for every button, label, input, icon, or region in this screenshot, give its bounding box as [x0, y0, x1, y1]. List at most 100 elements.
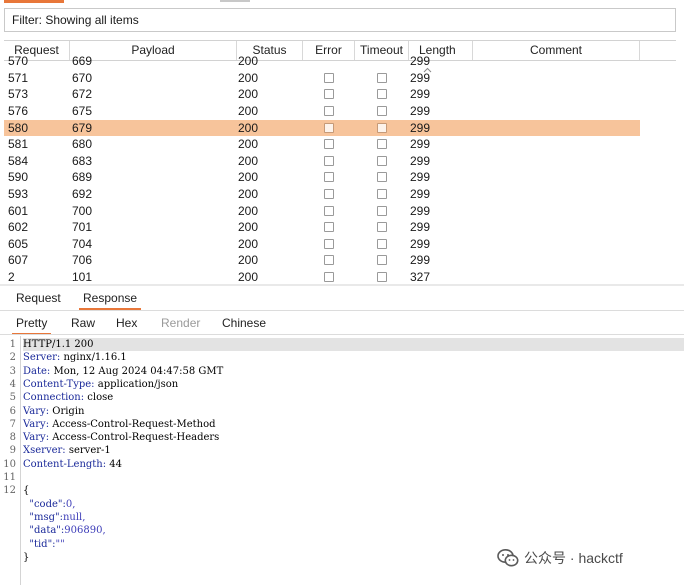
table-row[interactable]: 605 704 200 299 — [4, 236, 640, 253]
cell-request: 580 — [8, 120, 29, 135]
code-line: "code":0, — [23, 498, 75, 511]
code-value: Mon, 12 Aug 2024 04:47:58 GMT — [50, 365, 224, 377]
cell-payload: 675 — [72, 103, 93, 118]
cell-payload: 101 — [72, 269, 93, 284]
table-row[interactable]: 601 700 200 299 — [4, 203, 640, 220]
code-key: Vary: — [23, 432, 50, 444]
line-number: 1 — [9, 339, 16, 350]
cell-status: 200 — [238, 103, 259, 118]
cell-status: 200 — [238, 54, 259, 68]
table-row[interactable]: 590 689 200 299 — [4, 169, 640, 186]
cell-length: 327 — [410, 269, 431, 284]
top-tab-strip — [0, 0, 684, 6]
code-key: Server: — [23, 352, 61, 364]
cell-payload: 679 — [72, 120, 93, 135]
tab-hex[interactable]: Hex — [116, 313, 137, 333]
tab-chinese[interactable]: Chinese — [222, 313, 266, 333]
cell-request: 570 — [8, 54, 29, 68]
code-line: Content-Type: application/json — [23, 378, 178, 391]
tab-pretty[interactable]: Pretty — [12, 313, 52, 335]
table-row[interactable]: 571 670 200 299 — [4, 70, 640, 87]
cell-status: 200 — [238, 186, 259, 201]
table-row[interactable]: 584 683 200 299 — [4, 153, 640, 170]
error-checkbox — [324, 222, 334, 233]
tab-raw[interactable]: Raw — [71, 313, 95, 333]
table-row[interactable]: 2 101 200 327 — [4, 269, 640, 284]
cell-payload: 701 — [72, 220, 93, 235]
cell-length: 299 — [410, 137, 431, 152]
timeout-checkbox — [377, 155, 387, 166]
line-number — [0, 498, 16, 511]
table-row-partial[interactable]: 570 669 200 299 — [4, 53, 640, 70]
code-value: close — [84, 392, 114, 404]
cell-length: 299 — [410, 70, 431, 85]
code-line: "data":906890, — [23, 524, 106, 537]
cell-length: 299 — [410, 220, 431, 235]
timeout-checkbox — [377, 238, 387, 249]
cell-length: 299 — [410, 87, 431, 102]
cell-length: 299 — [410, 236, 431, 251]
cell-request: 571 — [8, 70, 29, 85]
code-key: Vary: — [23, 418, 50, 430]
table-row[interactable]: 602 701 200 299 — [4, 219, 640, 236]
code-value: application/json — [94, 378, 179, 390]
cell-payload: 669 — [72, 54, 93, 68]
code-key: Date: — [23, 365, 51, 377]
code-value: 906890, — [64, 525, 106, 537]
code-line: HTTP/1.1 200 — [23, 338, 684, 352]
table-row[interactable]: 573 672 200 299 — [4, 86, 640, 103]
filter-bar[interactable]: Filter: Showing all items — [4, 8, 676, 32]
cell-payload: 680 — [72, 137, 93, 152]
line-number: 10 — [3, 458, 16, 470]
cell-status: 200 — [238, 87, 259, 102]
view-tabs: Pretty Raw Hex Render Chinese — [0, 313, 684, 335]
line-number: 6 — [9, 405, 16, 417]
code-line: Vary: Origin — [23, 405, 84, 418]
table-row[interactable]: 581 680 200 299 — [4, 136, 640, 153]
code-line: Vary: Access-Control-Request-Method — [23, 418, 216, 431]
table-row[interactable]: 593 692 200 299 — [4, 186, 640, 203]
error-checkbox — [324, 188, 334, 199]
cell-status: 200 — [238, 170, 259, 185]
timeout-checkbox — [377, 72, 387, 83]
timeout-checkbox — [377, 205, 387, 216]
code-value: nginx/1.16.1 — [60, 352, 127, 364]
line-number — [0, 538, 16, 551]
tabs-separator — [0, 310, 684, 311]
code-key: "data": — [23, 525, 65, 537]
cell-status: 200 — [238, 236, 259, 251]
cell-payload: 670 — [72, 70, 93, 85]
cell-request: 581 — [8, 137, 29, 152]
table-row[interactable]: 580 679 200 299 — [4, 119, 640, 137]
wechat-icon — [497, 549, 519, 567]
code-key: Connection: — [23, 392, 85, 404]
table-row[interactable]: 607 706 200 299 — [4, 252, 640, 269]
error-checkbox — [324, 271, 334, 282]
line-number: 11 — [3, 472, 16, 483]
cell-status: 200 — [238, 269, 259, 284]
line-number — [0, 511, 16, 524]
timeout-checkbox — [377, 222, 387, 233]
timeout-checkbox — [377, 172, 387, 183]
error-checkbox — [324, 155, 334, 166]
code-line: Date: Mon, 12 Aug 2024 04:47:58 GMT — [23, 365, 223, 378]
code-key: "tid": — [23, 538, 56, 550]
cell-length: 299 — [410, 153, 431, 168]
pane-divider[interactable] — [0, 284, 684, 286]
cell-request: 593 — [8, 186, 29, 201]
code-value: Access-Control-Request-Headers — [49, 432, 220, 444]
table-row[interactable]: 576 675 200 299 — [4, 103, 640, 120]
code-line: Connection: close — [23, 391, 113, 404]
tab-request[interactable]: Request — [16, 288, 61, 308]
code-key: { — [23, 485, 30, 497]
code-key: Xserver: — [23, 445, 66, 457]
code-line: "tid":"" — [23, 538, 64, 551]
code-key: Vary: — [23, 405, 50, 417]
tab-response[interactable]: Response — [79, 288, 142, 310]
code-key: "msg": — [23, 511, 63, 523]
cell-payload: 692 — [72, 186, 93, 201]
line-number: 4 — [9, 378, 16, 390]
error-checkbox — [324, 255, 334, 266]
cell-length: 299 — [410, 170, 431, 185]
error-checkbox — [324, 172, 334, 183]
